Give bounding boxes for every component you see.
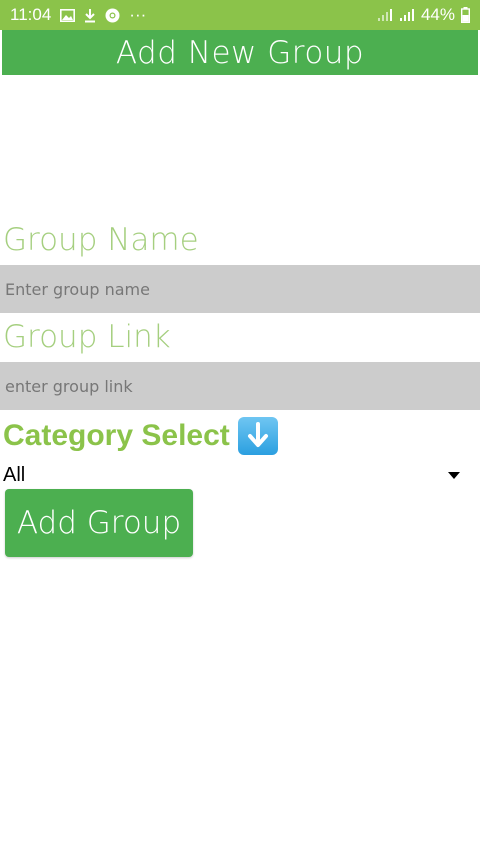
app-bar: Add New Group xyxy=(2,30,478,75)
status-time: 11:04 xyxy=(10,5,52,24)
category-heading: Category Select xyxy=(3,417,278,455)
down-arrow-emoji-icon xyxy=(237,417,278,455)
group-name-label: Group Name xyxy=(3,222,199,258)
signal-icon xyxy=(377,8,393,22)
battery-icon xyxy=(461,7,470,23)
dropdown-arrow-icon[interactable] xyxy=(448,471,460,479)
download-icon xyxy=(84,8,96,23)
signal-icon xyxy=(399,8,415,22)
add-group-button[interactable]: Add Group xyxy=(5,489,193,557)
page-title: Add New Group xyxy=(115,34,365,71)
status-right: 44% xyxy=(377,5,470,25)
status-left: 11:04 ··· xyxy=(10,5,146,25)
chrome-icon xyxy=(105,8,120,23)
category-label: Category Select xyxy=(3,419,230,452)
category-select[interactable]: All xyxy=(0,462,480,488)
status-bar: 11:04 ··· 44% xyxy=(0,0,480,30)
gallery-icon xyxy=(60,8,76,22)
group-link-input[interactable] xyxy=(0,362,480,410)
group-name-input[interactable] xyxy=(0,265,480,313)
group-link-label: Group Link xyxy=(3,319,171,355)
more-dots-icon: ··· xyxy=(129,5,147,24)
battery-level: 44% xyxy=(420,5,455,24)
category-selected-value: All xyxy=(3,463,26,486)
